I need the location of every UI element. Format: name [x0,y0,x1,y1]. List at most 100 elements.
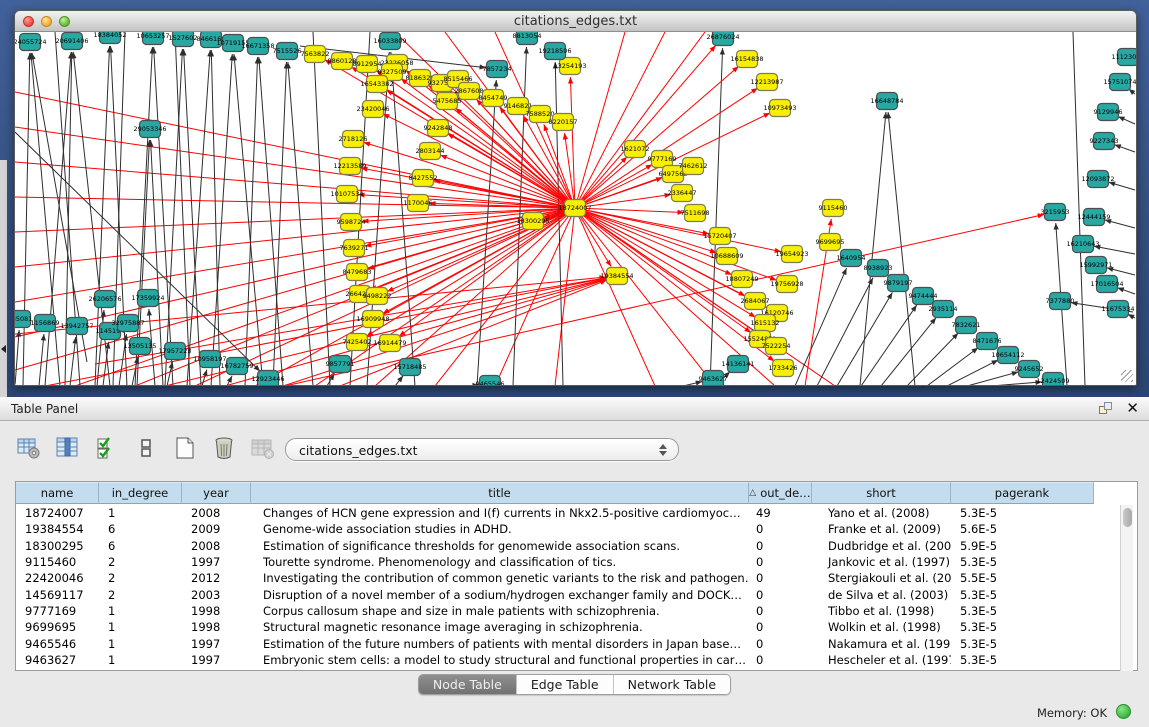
cell-name: 18724007 [16,506,99,520]
delete-table-icon[interactable] [250,435,276,461]
tab-node-table[interactable]: Node Table [419,675,517,694]
cell-in_degree: 2 [99,555,182,569]
table-row[interactable]: 2242004622012Investigating the contribut… [16,570,1120,586]
cell-year: 2012 [182,571,251,585]
tab-edge-table[interactable]: Edge Table [517,675,614,694]
table-row[interactable]: 977716911998Corpus callosum shape and si… [16,603,1120,619]
cell-title: Genome-wide association studies in ADHD. [251,522,749,536]
graph-node-label: 12093872 [1081,175,1114,183]
graph-node-label: 9777169 [648,155,677,163]
graph-node-label: 9227343 [1090,137,1119,145]
graph-node-label: 19654923 [775,250,808,258]
graph-node-label: 10973493 [763,104,796,112]
table-row[interactable]: 1872400712008Changes of HCN gene express… [16,505,1120,521]
column-header-short[interactable]: short [812,482,951,504]
cell-name: 9777169 [16,604,99,618]
graph-node-label: 11675334 [1101,305,1134,313]
table-row[interactable]: 911546021997Tourette syndrome. Phenomeno… [16,554,1120,570]
table-header-row[interactable]: namein_degreeyeartitle△out_de…shortpager… [16,482,1137,504]
cell-short: Nakamura et al. (1997) [812,637,951,651]
citation-network-graph[interactable]: 1872400719384554756382288601288912954232… [15,32,1136,385]
graph-node-label: 1156869 [31,319,60,327]
column-header-year[interactable]: year [182,482,251,504]
graph-node-label: 1615132 [751,319,780,327]
graph-node-label: 7522254 [762,342,791,350]
cell-out_degree: 0 [749,571,812,585]
table-mode-icon[interactable] [16,435,42,461]
cell-year: 1997 [182,637,251,651]
table-selector-dropdown[interactable]: citations_edges.txt [285,438,679,461]
column-header-out_degree[interactable]: △out_de… [749,482,812,504]
column-header-in_degree[interactable]: in_degree [99,482,182,504]
row-selection-icon[interactable] [133,435,159,461]
column-header-title[interactable]: title [251,482,749,504]
table-row[interactable]: 1830029562008Estimation of significance … [16,538,1120,554]
table-vertical-scrollbar[interactable] [1120,505,1133,671]
create-column-icon[interactable] [172,435,198,461]
panel-title: Table Panel [11,402,78,416]
window-resize-grip[interactable] [1121,370,1133,382]
cell-title: Disruption of a novel member of a sodium… [251,588,749,602]
network-window[interactable]: citations_edges.txt 18724007193845547563… [14,10,1137,386]
cell-out_degree: 0 [749,620,812,634]
select-all-icon[interactable] [94,435,120,461]
graph-node-label: 8471676 [973,337,1002,345]
cell-short: Franke et al. (2009) [812,522,951,536]
table-row[interactable]: 946554611997Estimation of the future num… [16,635,1120,651]
graph-node-label: 17359924 [131,294,164,302]
graph-node-label: 10107534 [330,190,363,198]
graph-node-label: 9699695 [816,238,845,246]
cell-in_degree: 1 [99,620,182,634]
graph-node-label: 15751074 [1103,78,1136,86]
graph-node-label: 9465546 [476,380,505,385]
network-view-desktop: citations_edges.txt 18724007193845547563… [0,0,1149,397]
column-header-name[interactable]: name [16,482,99,504]
graph-node-label: 16914479 [373,339,406,347]
table-row[interactable]: 1456911722003Disruption of a novel membe… [16,586,1120,602]
cell-pagerank: 5.5E-5 [951,571,1094,585]
table-row[interactable]: 946362711997Embryonic stem cells: a mode… [16,652,1120,668]
graph-node-label: 8515466 [444,75,473,83]
tab-network-table[interactable]: Network Table [614,675,731,694]
graph-node-label: 16782759 [220,362,253,370]
graph-node-label: 10654112 [991,351,1024,359]
cell-name: 9699695 [16,620,99,634]
graph-node-label: 5475685 [433,97,462,105]
cell-short: Dudbridge et al. (2008) [812,539,951,553]
cell-title: Structural magnetic resonance image aver… [251,620,749,634]
graph-node-label: 10688609 [710,252,743,260]
cell-out_degree: 0 [749,637,812,651]
cell-pagerank: 5.3E-5 [951,555,1094,569]
float-panel-icon[interactable] [1099,402,1113,416]
graph-node-label: 9463627 [699,375,728,383]
table-panel-header: Table Panel ✕ [0,397,1149,421]
graph-node-label: 13505135 [123,342,156,350]
table-tab-bar: Node TableEdge TableNetwork Table [0,671,1149,697]
cell-title: Tourette syndrome. Phenomenology and cla… [251,555,749,569]
cell-in_degree: 1 [99,653,182,667]
cell-out_degree: 49 [749,506,812,520]
cell-name: 14569117 [16,588,99,602]
graph-node-label: 1621072 [621,145,650,153]
table-row[interactable]: 1938455462009Genome-wide association stu… [16,521,1120,537]
graph-node-label: 12444159 [1077,213,1110,221]
graph-node-label: 12213987 [750,78,783,86]
column-visibility-icon[interactable] [55,435,81,461]
panel-gutter [0,160,7,397]
window-titlebar[interactable]: citations_edges.txt [15,11,1136,32]
table-body[interactable]: 1872400712008Changes of HCN gene express… [16,505,1120,671]
collapse-left-icon[interactable] [1,345,6,353]
cell-pagerank: 5.6E-5 [951,522,1094,536]
column-header-pagerank[interactable]: pagerank [951,482,1094,504]
close-panel-icon[interactable]: ✕ [1126,400,1139,416]
scrollbar-thumb[interactable] [1123,508,1132,527]
dropdown-arrows-icon [658,443,667,457]
graph-node-label: 8427552 [409,174,438,182]
graph-node-label: 26876024 [706,33,739,41]
cell-title: Changes of HCN gene expression and I(f) … [251,506,749,520]
cell-pagerank: 5.3E-5 [951,588,1094,602]
memory-status-indicator[interactable] [1116,704,1131,719]
network-graph-canvas[interactable]: 1872400719384554756382288601288912954232… [15,32,1136,385]
table-row[interactable]: 969969511998Structural magnetic resonanc… [16,619,1120,635]
delete-column-icon[interactable] [211,435,237,461]
